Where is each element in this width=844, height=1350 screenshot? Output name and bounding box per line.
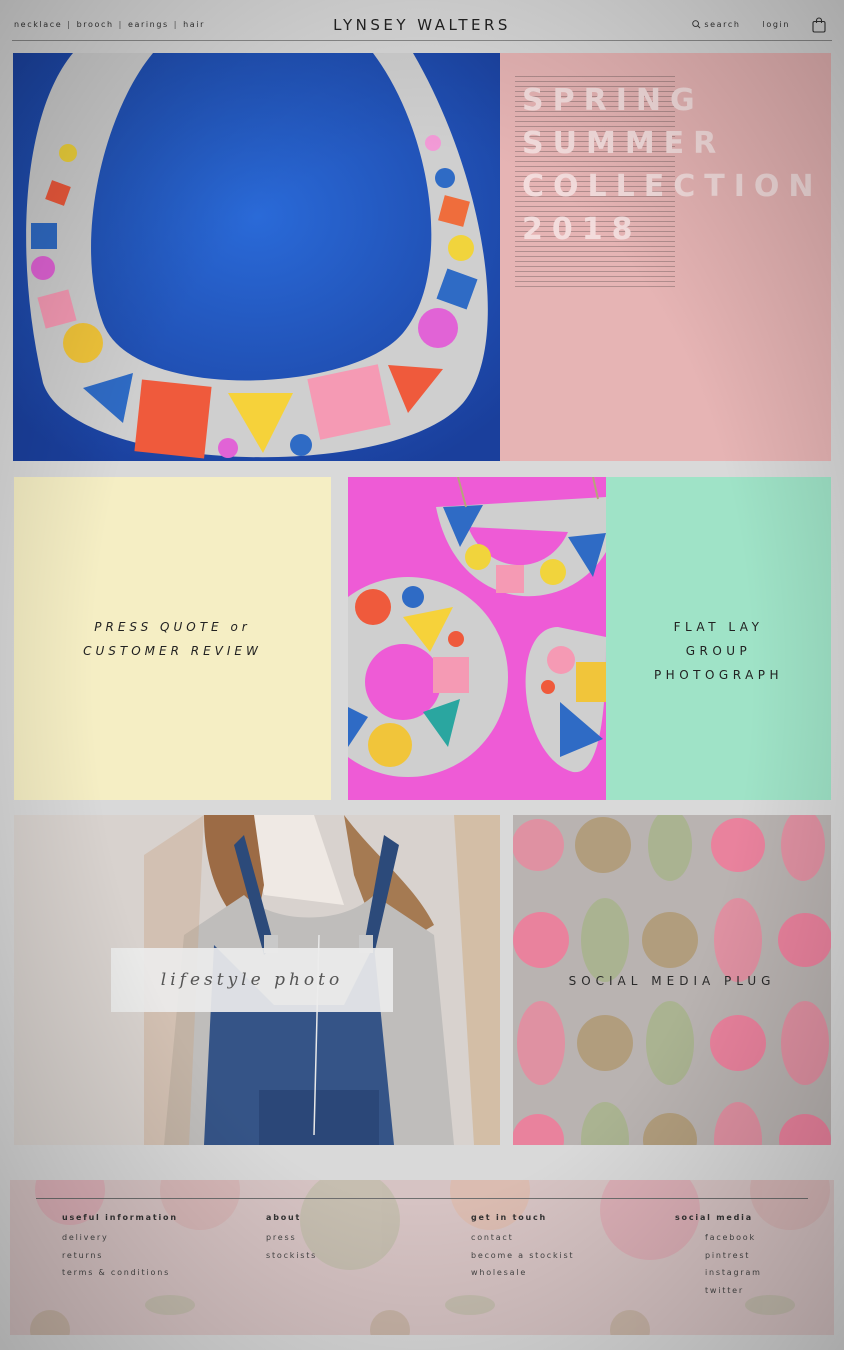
footer-heading: useful information — [62, 1213, 178, 1222]
footer-heading: get in touch — [471, 1213, 548, 1222]
collection-line: SUMMER — [522, 126, 726, 161]
flatlay-line: PHOTOGRAPH — [653, 668, 784, 682]
shopping-bag-icon — [812, 17, 826, 33]
footer-col-get-in-touch: get in touch contact become a stockist w… — [471, 1213, 574, 1282]
flatlay-tile[interactable]: FLAT LAY GROUP PHOTOGRAPH — [606, 477, 831, 800]
quote-line: CUSTOMER REVIEW — [83, 644, 262, 658]
collection-line: SPRING — [522, 83, 704, 118]
social-media-text: SOCIAL MEDIA PLUG — [568, 974, 776, 988]
footer-link-pintrest[interactable]: pintrest — [675, 1247, 762, 1265]
footer-col-social-media: social media facebook pintrest instagram… — [675, 1213, 762, 1299]
footer-link-wholesale[interactable]: wholesale — [471, 1264, 574, 1282]
lifestyle-label: lifestyle photo — [111, 948, 393, 1012]
footer-col-useful-information: useful information delivery returns term… — [62, 1213, 178, 1282]
footer-link-become-stockist[interactable]: become a stockist — [471, 1247, 574, 1265]
footer-link-stockists[interactable]: stockists — [266, 1247, 317, 1265]
necklace-illustration — [13, 53, 500, 461]
header-actions: search login — [692, 17, 826, 33]
login-link[interactable]: login — [763, 20, 791, 29]
footer-divider — [36, 1198, 808, 1199]
collection-line: COLLECTION — [522, 169, 823, 204]
flatlay-line: FLAT LAY — [673, 620, 764, 634]
search-button[interactable]: search — [692, 20, 740, 29]
collection-banner[interactable]: SPRING SUMMER COLLECTION 2018 — [500, 53, 831, 461]
lifestyle-photo-tile[interactable]: lifestyle photo — [14, 815, 500, 1145]
footer-link-press[interactable]: press — [266, 1229, 317, 1247]
quote-line: PRESS QUOTE or — [94, 620, 251, 634]
footer-link-terms[interactable]: terms & conditions — [62, 1264, 178, 1282]
cart-button[interactable] — [812, 17, 826, 33]
footer-col-about: about press stockists — [266, 1213, 317, 1264]
social-media-tile[interactable]: SOCIAL MEDIA PLUG — [513, 815, 831, 1145]
flatlay-line: GROUP — [685, 644, 752, 658]
press-quote-text: PRESS QUOTE or CUSTOMER REVIEW — [14, 615, 331, 663]
footer-heading: social media — [675, 1213, 753, 1222]
hero-necklace-image[interactable] — [13, 53, 500, 461]
press-quote-tile[interactable]: PRESS QUOTE or CUSTOMER REVIEW — [14, 477, 331, 800]
footer-link-returns[interactable]: returns — [62, 1247, 178, 1265]
search-label: search — [704, 20, 741, 29]
footer-link-instagram[interactable]: instagram — [675, 1264, 762, 1282]
earrings-illustration — [348, 477, 606, 800]
footer-link-twitter[interactable]: twitter — [675, 1282, 762, 1300]
search-icon — [692, 20, 701, 29]
footer-link-contact[interactable]: contact — [471, 1229, 574, 1247]
footer-link-delivery[interactable]: delivery — [62, 1229, 178, 1247]
collection-title: SPRING SUMMER COLLECTION 2018 — [522, 79, 823, 251]
collection-line: 2018 — [522, 212, 642, 247]
flatlay-image[interactable] — [348, 477, 606, 800]
site-footer: useful information delivery returns term… — [10, 1180, 834, 1335]
site-header: necklace | brooch | earings | hair LYNSE… — [0, 0, 844, 42]
footer-link-facebook[interactable]: facebook — [675, 1229, 762, 1247]
flatlay-text: FLAT LAY GROUP PHOTOGRAPH — [606, 615, 831, 687]
footer-heading: about — [266, 1213, 302, 1222]
header-divider — [12, 40, 832, 41]
